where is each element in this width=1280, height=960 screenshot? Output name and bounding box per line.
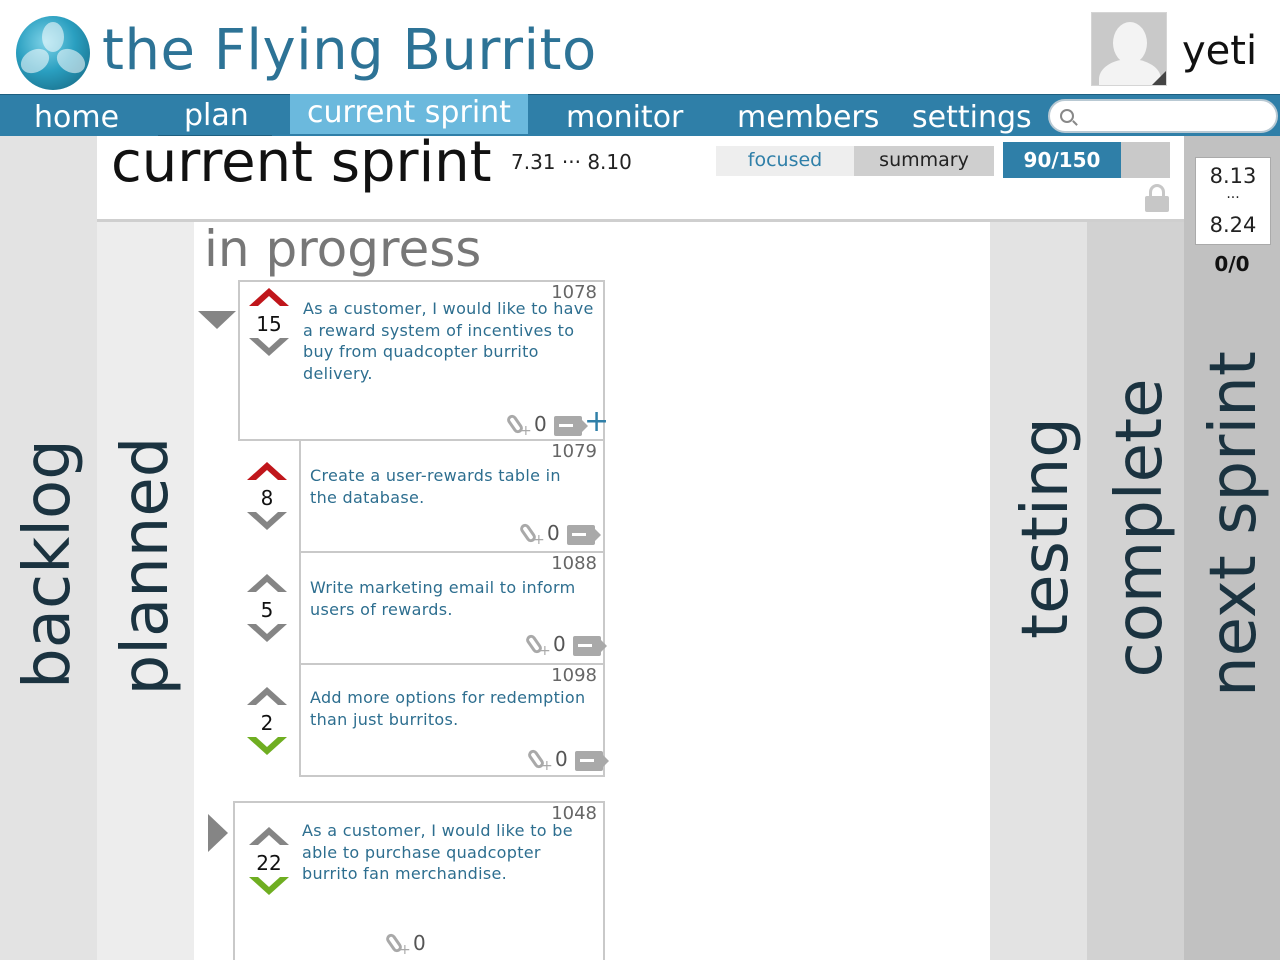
card-footer: + 0 bbox=[523, 632, 607, 658]
avatar[interactable] bbox=[1091, 12, 1167, 86]
capacity-bar: 90/150 bbox=[1003, 142, 1170, 178]
view-tab-summary[interactable]: summary bbox=[854, 146, 994, 176]
page-title: current sprint bbox=[111, 130, 492, 195]
add-icon[interactable]: + bbox=[584, 407, 609, 437]
vote-down-icon[interactable] bbox=[247, 512, 287, 530]
backlog-label: backlog bbox=[11, 439, 85, 689]
story-text: As a customer, I would like to have a re… bbox=[303, 299, 594, 383]
capacity-label: 90/150 bbox=[1023, 148, 1101, 172]
vote-up-icon[interactable] bbox=[247, 687, 287, 705]
comment-icon[interactable] bbox=[573, 636, 607, 656]
next-sprint-end: 8.24 bbox=[1209, 213, 1257, 237]
task-card[interactable]: 1079 Create a user-rewards table in the … bbox=[299, 439, 605, 553]
story-card[interactable]: 1078 15 As a customer, I would like to h… bbox=[238, 280, 609, 441]
expand-arrow-icon[interactable] bbox=[208, 814, 228, 852]
vote-down-icon[interactable] bbox=[247, 624, 287, 642]
collapse-arrow-icon[interactable] bbox=[198, 311, 236, 329]
app-title: the Flying Burrito bbox=[102, 18, 597, 83]
attachment-count: 0 bbox=[553, 632, 566, 656]
vote-control: 2 bbox=[244, 687, 290, 759]
next-sprint-capacity: 0/0 bbox=[1214, 252, 1250, 276]
vote-control: 15 bbox=[246, 288, 292, 360]
logo-icon bbox=[16, 16, 90, 90]
task-points: 8 bbox=[260, 486, 274, 510]
vote-down-icon[interactable] bbox=[249, 877, 289, 895]
next-sprint-label: next sprint bbox=[1197, 351, 1271, 697]
attachment-icon[interactable]: + bbox=[383, 931, 411, 957]
vote-down-icon[interactable] bbox=[247, 737, 287, 755]
attachment-icon[interactable]: + bbox=[504, 412, 532, 438]
task-card[interactable]: 1088 Write marketing email to inform use… bbox=[299, 551, 607, 665]
lock-icon[interactable] bbox=[1145, 184, 1169, 212]
attachment-icon[interactable]: + bbox=[517, 521, 545, 547]
card-footer: + 0 bbox=[383, 931, 443, 957]
attachment-count: 0 bbox=[534, 412, 547, 436]
vote-up-icon[interactable] bbox=[247, 574, 287, 592]
comment-icon[interactable] bbox=[554, 416, 588, 436]
tab-home[interactable]: home bbox=[34, 97, 119, 139]
view-tab-focused[interactable]: focused bbox=[716, 146, 854, 176]
vote-up-icon[interactable] bbox=[247, 462, 287, 480]
attachment-icon[interactable]: + bbox=[523, 632, 551, 658]
sprint-header: current sprint 7.31 ··· 8.10 focused sum… bbox=[97, 130, 1184, 222]
comment-icon[interactable] bbox=[567, 525, 601, 545]
task-id: 1098 bbox=[551, 665, 597, 686]
next-sprint-separator: ··· bbox=[1226, 190, 1240, 206]
username[interactable]: yeti bbox=[1182, 28, 1257, 74]
planned-label: planned bbox=[109, 436, 183, 696]
story-points: 22 bbox=[256, 851, 282, 875]
task-id: 1088 bbox=[551, 553, 597, 574]
comment-icon[interactable] bbox=[575, 751, 609, 771]
testing-label: testing bbox=[1009, 417, 1083, 639]
task-text: Write marketing email to inform users of… bbox=[310, 578, 576, 619]
story-points: 15 bbox=[256, 312, 282, 336]
vote-control: 5 bbox=[244, 574, 290, 646]
attachment-icon[interactable]: + bbox=[525, 747, 553, 773]
vote-control: 8 bbox=[244, 462, 290, 534]
attachment-count: 0 bbox=[555, 747, 568, 771]
card-footer: + 0 bbox=[525, 747, 609, 773]
task-id: 1079 bbox=[551, 441, 597, 462]
card-footer: + 0 bbox=[517, 521, 607, 547]
tab-members[interactable]: members bbox=[737, 97, 879, 139]
attachment-count: 0 bbox=[413, 931, 426, 955]
search-input[interactable] bbox=[1080, 104, 1270, 128]
in-progress-title: in progress bbox=[204, 220, 482, 278]
task-card[interactable]: 1098 Add more options for redemption tha… bbox=[299, 663, 609, 777]
task-points: 5 bbox=[260, 598, 274, 622]
sprint-dates: 7.31 ··· 8.10 bbox=[511, 150, 632, 174]
task-text: Create a user-rewards table in the datab… bbox=[310, 466, 561, 507]
task-text: Add more options for redemption than jus… bbox=[310, 688, 586, 729]
next-sprint-dates[interactable]: 8.13 ··· 8.24 bbox=[1195, 157, 1271, 245]
vote-control: 22 bbox=[246, 827, 292, 899]
tab-current-sprint[interactable]: current sprint bbox=[290, 94, 528, 134]
search-icon[interactable] bbox=[1060, 109, 1074, 123]
next-sprint-start: 8.13 bbox=[1209, 164, 1257, 188]
vote-down-icon[interactable] bbox=[249, 338, 289, 356]
task-points: 2 bbox=[260, 711, 274, 735]
search-box[interactable] bbox=[1048, 99, 1278, 133]
tab-settings[interactable]: settings bbox=[912, 97, 1032, 139]
story-text: As a customer, I would like to be able t… bbox=[302, 821, 573, 883]
card-footer: + 0 + bbox=[504, 407, 614, 438]
attachment-count: 0 bbox=[547, 521, 560, 545]
vote-up-icon[interactable] bbox=[249, 288, 289, 306]
vote-up-icon[interactable] bbox=[249, 827, 289, 845]
tab-monitor[interactable]: monitor bbox=[566, 97, 683, 139]
complete-label: complete bbox=[1103, 378, 1177, 678]
story-card[interactable]: 1048 22 As a customer, I would like to b… bbox=[233, 801, 605, 960]
